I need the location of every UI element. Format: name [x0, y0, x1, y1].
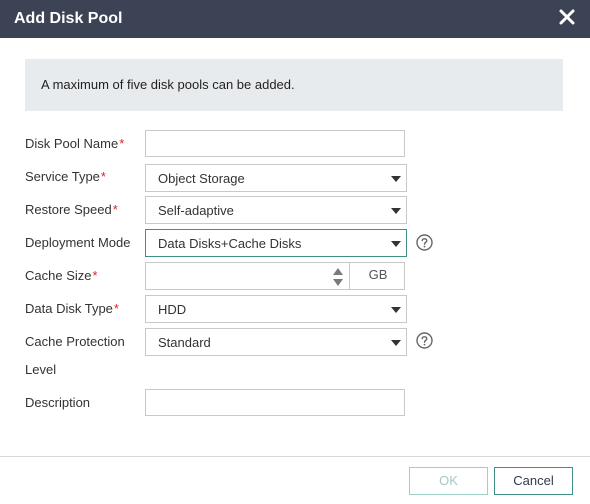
data-disk-type-value: HDD — [158, 302, 187, 317]
service-type-label-text: Service Type — [25, 169, 100, 184]
cache-protection-level-select[interactable]: Standard — [145, 328, 407, 356]
restore-speed-select[interactable]: Self-adaptive — [145, 196, 407, 224]
increment-arrow-icon[interactable] — [331, 265, 345, 277]
dialog-titlebar: Add Disk Pool — [0, 0, 590, 38]
deployment-mode-label: Deployment Mode — [25, 235, 131, 250]
service-type-select[interactable]: Object Storage — [145, 164, 407, 192]
data-disk-type-label: Data Disk Type* — [25, 301, 119, 317]
service-type-label: Service Type* — [25, 169, 106, 185]
deployment-mode-select[interactable]: Data Disks+Cache Disks — [145, 229, 407, 257]
notice-banner: A maximum of five disk pools can be adde… — [25, 59, 563, 111]
help-icon[interactable] — [416, 332, 433, 349]
description-label: Description — [25, 395, 91, 410]
required-mark: * — [112, 202, 118, 217]
cache-protection-level-value: Standard — [158, 335, 211, 350]
required-mark: * — [113, 301, 119, 316]
cache-protection-level-label: Cache Protection — [25, 334, 125, 349]
ok-button[interactable]: OK — [409, 467, 488, 495]
cache-size-unit: GB — [349, 262, 406, 290]
disk-pool-name-input[interactable] — [145, 130, 405, 157]
footer-divider — [0, 456, 590, 457]
dialog-title: Add Disk Pool — [14, 10, 123, 27]
cancel-button[interactable]: Cancel — [494, 467, 573, 495]
close-icon[interactable] — [558, 8, 576, 26]
cache-size-number-input[interactable]: GB — [145, 262, 405, 290]
decrement-arrow-icon[interactable] — [331, 277, 345, 289]
help-icon[interactable] — [416, 234, 433, 251]
restore-speed-label: Restore Speed* — [25, 202, 118, 218]
deployment-mode-value: Data Disks+Cache Disks — [158, 236, 302, 251]
description-input[interactable] — [145, 389, 405, 416]
dropdown-arrow-icon — [391, 176, 401, 182]
dropdown-arrow-icon — [391, 340, 401, 346]
cache-protection-level-label-line2: Level — [25, 362, 57, 377]
cache-size-label: Cache Size* — [25, 268, 98, 284]
restore-speed-value: Self-adaptive — [158, 203, 234, 218]
dropdown-arrow-icon — [391, 307, 401, 313]
data-disk-type-label-text: Data Disk Type — [25, 301, 113, 316]
data-disk-type-select[interactable]: HDD — [145, 295, 407, 323]
disk-pool-name-label-text: Disk Pool Name — [25, 136, 119, 151]
required-mark: * — [119, 136, 125, 151]
cache-size-label-text: Cache Size — [25, 268, 92, 283]
required-mark: * — [92, 268, 98, 283]
notice-text: A maximum of five disk pools can be adde… — [41, 77, 295, 92]
dropdown-arrow-icon — [391, 208, 401, 214]
dropdown-arrow-icon — [391, 241, 401, 247]
required-mark: * — [100, 169, 106, 184]
service-type-value: Object Storage — [158, 171, 245, 186]
disk-pool-name-label: Disk Pool Name* — [25, 136, 124, 152]
restore-speed-label-text: Restore Speed — [25, 202, 112, 217]
